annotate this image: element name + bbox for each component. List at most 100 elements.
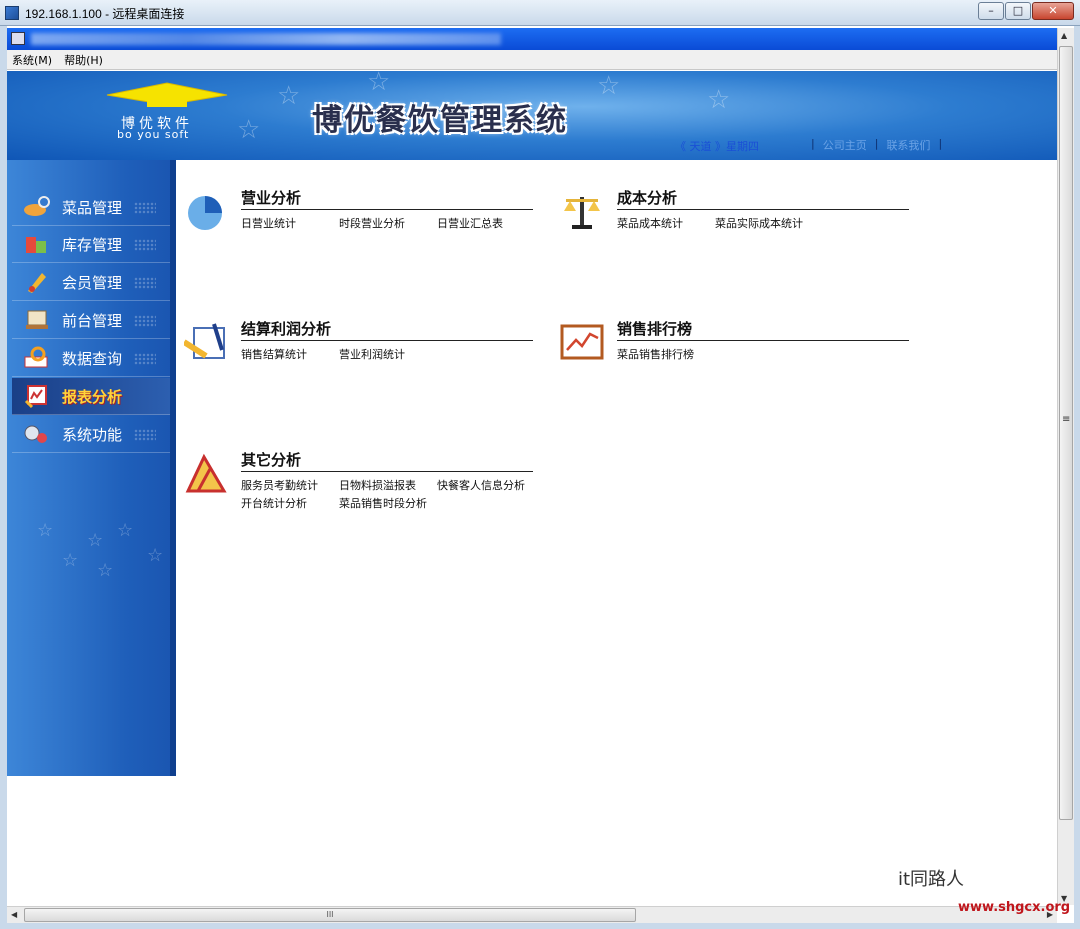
menu-bar: 系统(M) 帮助(H) (7, 50, 1057, 70)
front-desk-icon (26, 310, 48, 329)
remote-desktop-icon (5, 6, 19, 20)
vertical-scrollbar[interactable]: ▲ ≡ ▼ (1057, 28, 1074, 905)
star-decoration: ☆ (87, 530, 104, 551)
section-divider (617, 340, 909, 341)
sidebar-item-inventory[interactable]: 库存管理 (12, 226, 170, 263)
dots-decoration (134, 315, 156, 327)
link-dish-sales-period-analysis[interactable]: 菜品销售时段分析 (339, 495, 427, 513)
logo-english: bo you soft (117, 128, 190, 141)
section-title: 其它分析 (241, 451, 302, 469)
window-title: 192.168.1.100 - 远程桌面连接 (25, 7, 185, 21)
link-sales-settlement-stats[interactable]: 销售结算统计 (241, 346, 326, 364)
sidebar-item-label: 报表分析 (62, 387, 123, 406)
triangle-icon (185, 453, 227, 493)
minimize-button[interactable]: – (978, 2, 1004, 20)
section-title: 销售排行榜 (617, 320, 693, 338)
system-icon (24, 425, 47, 443)
date-display[interactable]: 《 天道 》星期四 (675, 138, 759, 154)
dish-icon (24, 196, 50, 216)
dots-decoration (134, 429, 156, 441)
link-waiter-attendance-stats[interactable]: 服务员考勤统计 (241, 477, 326, 495)
sidebar-item-member[interactable]: 会员管理 (12, 264, 170, 301)
sidebar-item-label: 前台管理 (62, 311, 123, 330)
section-divider (241, 340, 533, 341)
link-business-profit-stats[interactable]: 营业利润统计 (339, 346, 424, 364)
section-links: 服务员考勤统计 日物料损溢报表 快餐客人信息分析 开台统计分析 菜品销售时段分析 (241, 477, 541, 513)
star-decoration: ☆ (367, 71, 391, 97)
link-daily-business-summary[interactable]: 日营业汇总表 (437, 215, 522, 233)
star-decoration: ☆ (277, 81, 301, 111)
section-divider (241, 209, 533, 210)
inventory-icon (26, 237, 46, 253)
section-links: 菜品成本统计 菜品实际成本统计 (617, 215, 917, 233)
sidebar-item-report[interactable]: 报表分析 (12, 378, 170, 415)
link-daily-material-loss-report[interactable]: 日物料损溢报表 (339, 477, 424, 495)
app-title-bar[interactable] (7, 28, 1057, 50)
scale-icon (564, 197, 600, 229)
member-icon (28, 273, 46, 293)
remote-desktop-title-bar[interactable]: 192.168.1.100 - 远程桌面连接 – □ ✕ (0, 0, 1080, 26)
menu-system[interactable]: 系统(M) (12, 52, 52, 68)
star-decoration: ☆ (707, 85, 731, 115)
sidebar-item-label: 系统功能 (62, 425, 123, 444)
star-decoration: ☆ (37, 520, 54, 541)
app-window-icon (11, 32, 25, 45)
window-controls: – □ ✕ (977, 2, 1074, 20)
star-decoration: ☆ (597, 71, 621, 101)
scroll-up-icon[interactable]: ▲ (1061, 31, 1067, 40)
header-banner: ☆ ☆ ☆ ☆ ☆ ☆ 博优软件 bo you soft 博优餐饮管理系统 《 … (7, 71, 1057, 160)
window-frame-right (1074, 26, 1080, 929)
system-title: 博优餐饮管理系统 (312, 103, 568, 138)
vertical-scroll-thumb[interactable] (1059, 46, 1073, 820)
section-title: 结算利润分析 (241, 320, 332, 338)
star-decoration: ☆ (147, 545, 164, 566)
section-links: 销售结算统计 营业利润统计 (241, 346, 541, 364)
app-title-redacted (31, 33, 501, 45)
line-chart-icon (560, 324, 604, 360)
sidebar-item-system[interactable]: 系统功能 (12, 416, 170, 453)
link-contact-us[interactable]: 联系我们 (886, 137, 930, 153)
sidebar-item-front-desk[interactable]: 前台管理 (12, 302, 170, 339)
star-decoration: ☆ (117, 520, 134, 541)
link-dish-actual-cost-stats[interactable]: 菜品实际成本统计 (715, 215, 803, 233)
window-frame-left (0, 26, 7, 929)
section-links: 菜品销售排行榜 (617, 346, 917, 364)
dots-decoration (134, 239, 156, 251)
star-decoration: ☆ (97, 560, 114, 581)
link-period-business-analysis[interactable]: 时段营业分析 (339, 215, 424, 233)
sidebar-item-label: 会员管理 (62, 273, 123, 292)
dots-decoration (134, 202, 156, 214)
link-dish-cost-stats[interactable]: 菜品成本统计 (617, 215, 702, 233)
link-daily-business-stats[interactable]: 日营业统计 (241, 215, 326, 233)
section-title: 成本分析 (617, 189, 678, 207)
top-links: | 公司主页 | 联系我们 | (811, 137, 943, 153)
link-table-opening-stats[interactable]: 开台统计分析 (241, 495, 326, 513)
query-icon (24, 346, 48, 368)
sidebar-item-label: 数据查询 (62, 349, 123, 368)
sidebar-item-query[interactable]: 数据查询 (12, 340, 170, 377)
close-button[interactable]: ✕ (1032, 2, 1074, 20)
notepad-icon (184, 323, 225, 359)
link-fastfood-customer-analysis[interactable]: 快餐客人信息分析 (437, 477, 525, 495)
section-divider (241, 471, 533, 472)
star-decoration: ☆ (62, 550, 79, 571)
scroll-left-icon[interactable]: ◀ (11, 910, 17, 919)
scroll-grip: ≡ (1062, 414, 1071, 425)
star-decoration: ☆ (237, 115, 261, 145)
sidebar-item-label: 库存管理 (62, 235, 123, 254)
section-divider (617, 209, 909, 210)
link-dish-sales-ranking[interactable]: 菜品销售排行榜 (617, 346, 702, 364)
section-links: 日营业统计 时段营业分析 日营业汇总表 (241, 215, 541, 233)
watermark-url: www.shgcx.org (958, 900, 1071, 915)
sidebar-item-dish[interactable]: 菜品管理 (12, 189, 170, 226)
window-frame-bottom (0, 923, 1080, 929)
sidebar: ☆ ☆ ☆ ☆ ☆ ☆ 菜品管理 库存管理 会员管理 前台管理 数据查询 报表分… (7, 160, 176, 776)
maximize-button[interactable]: □ (1005, 2, 1031, 20)
report-content: 营业分析 日营业统计 时段营业分析 日营业汇总表 成本分析 菜品成本统计 菜品实… (176, 160, 1057, 906)
horizontal-scrollbar[interactable]: ◀ III ▶ (7, 906, 1057, 923)
menu-help[interactable]: 帮助(H) (64, 52, 103, 68)
horizontal-scroll-thumb[interactable]: III (24, 908, 636, 922)
link-company-home[interactable]: 公司主页 (823, 137, 867, 153)
pie-chart-icon (188, 196, 222, 230)
dots-decoration (134, 277, 156, 289)
